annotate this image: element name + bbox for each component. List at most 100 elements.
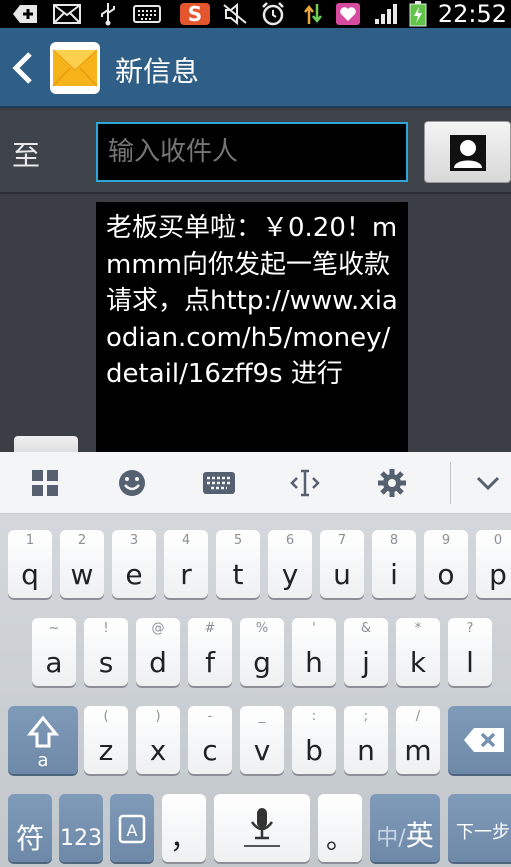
keyboard-icon	[132, 3, 162, 25]
keyboard: 1q2w3e4r5t6y7u8i9o0p ~ a! s @ d # f% g ' h & j * k? l …	[0, 514, 511, 867]
lang-cn-label: 中/	[376, 826, 406, 851]
alarm-icon	[258, 2, 288, 26]
key-r[interactable]: 4r	[164, 530, 208, 598]
key-label: s	[98, 646, 114, 679]
recipient-input[interactable]	[96, 122, 408, 182]
grid-button[interactable]	[23, 462, 67, 504]
cursor-icon	[290, 469, 320, 497]
key-v[interactable]: _ v	[240, 706, 284, 774]
sms-compose-screen: S 22:52 新信息 至 输入收件人 老板买单啦：￥0.20！mmmm向你发起…	[0, 0, 511, 867]
collapse-keyboard-button[interactable]	[466, 462, 510, 504]
backspace-key[interactable]	[448, 706, 511, 774]
key-label: t	[232, 558, 244, 591]
key-u[interactable]: 7u	[320, 530, 364, 598]
key-m[interactable]: / m	[396, 706, 440, 774]
data-arrows-icon	[300, 3, 326, 25]
svg-text:A: A	[127, 821, 138, 840]
key-z[interactable]: (z	[84, 706, 128, 774]
keyboard-switch-button[interactable]	[197, 462, 241, 504]
key-j[interactable]: & j	[344, 618, 388, 686]
language-toggle-label: 中/英	[370, 821, 440, 854]
key-label: r	[180, 558, 192, 591]
svg-text:a: a	[37, 750, 48, 771]
key-label: b	[305, 734, 323, 767]
key-b[interactable]: :b	[292, 706, 336, 774]
key-y[interactable]: 6y	[268, 530, 312, 598]
key-label: j	[362, 646, 370, 679]
contact-picker-button[interactable]	[424, 121, 511, 183]
key-label: n	[357, 734, 375, 767]
page-title: 新信息	[115, 55, 200, 88]
emoji-icon	[119, 470, 145, 496]
symbols-key[interactable]: 符	[8, 794, 52, 862]
usb-icon	[96, 3, 120, 26]
shift-icon: a	[26, 715, 60, 771]
key-q[interactable]: 1q	[8, 530, 52, 598]
action-bar: 新信息	[0, 28, 511, 108]
key-hint: !	[103, 621, 109, 636]
key-hint: ;	[363, 709, 369, 724]
key-s[interactable]: ! s	[84, 618, 128, 686]
key-d[interactable]: @ d	[136, 618, 180, 686]
toolbar-divider	[450, 462, 451, 504]
period-key[interactable]: 。	[318, 794, 362, 862]
messages-app-icon	[50, 42, 100, 94]
key-l[interactable]: ? l	[448, 618, 492, 686]
key-hint: %	[255, 621, 269, 636]
key-label: w	[70, 558, 94, 591]
numbers-key[interactable]: 123	[59, 794, 103, 862]
key-w[interactable]: 2w	[60, 530, 104, 598]
language-toggle-key[interactable]: 中/英	[370, 794, 440, 862]
key-a[interactable]: ~ a	[32, 618, 76, 686]
key-hint: 5	[233, 533, 243, 548]
key-t[interactable]: 5t	[216, 530, 260, 598]
key-hint: #	[204, 621, 216, 636]
key-h[interactable]: ' h	[292, 618, 336, 686]
key-label: a	[45, 646, 63, 679]
emoji-button[interactable]	[110, 462, 154, 504]
key-c[interactable]: -c	[188, 706, 232, 774]
app-s-label: S	[187, 2, 203, 26]
key-k[interactable]: * k	[396, 618, 440, 686]
key-n[interactable]: ; n	[344, 706, 388, 774]
to-label: 至	[12, 139, 41, 172]
keyboard-icon	[203, 472, 235, 494]
key-label: p	[489, 558, 507, 591]
key-f[interactable]: # f	[188, 618, 232, 686]
key-e[interactable]: 3e	[112, 530, 156, 598]
comma-key[interactable]: ，	[162, 794, 206, 862]
key-hint: -	[207, 709, 213, 724]
message-area: 老板买单啦：￥0.20！mmmm向你发起一笔收款请求，点http://www.x…	[0, 196, 511, 452]
key-label: d	[149, 646, 167, 679]
attach-button[interactable]	[14, 436, 78, 452]
back-button[interactable]	[10, 50, 36, 86]
key-o[interactable]: 9o	[424, 530, 468, 598]
key-hint: ~	[48, 621, 60, 636]
key-label: g	[253, 646, 271, 679]
settings-button[interactable]	[370, 462, 414, 504]
key-hint: 0	[493, 533, 503, 548]
message-input[interactable]: 老板买单啦：￥0.20！mmmm向你发起一笔收款请求，点http://www.x…	[96, 202, 408, 452]
shift-key[interactable]: a	[8, 706, 78, 774]
key-g[interactable]: % g	[240, 618, 284, 686]
key-hint: 8	[389, 533, 399, 548]
key-hint: &	[360, 621, 372, 636]
key-p[interactable]: 0p	[476, 530, 511, 598]
space-key[interactable]	[214, 794, 310, 862]
key-label: i	[390, 558, 398, 591]
key-label: c	[202, 734, 218, 767]
signal-icon	[372, 3, 400, 25]
next-key[interactable]: 下一步	[448, 794, 511, 862]
status-time: 22:52	[437, 0, 507, 28]
key-hint: '	[312, 621, 316, 636]
key-label: k	[409, 646, 427, 679]
lang-en-label: 英	[405, 819, 434, 852]
key-i[interactable]: 8i	[372, 530, 416, 598]
envelope-icon	[52, 49, 98, 87]
key-hint: _	[258, 709, 266, 724]
heart-app-icon	[336, 3, 360, 25]
cursor-button[interactable]	[283, 462, 327, 504]
key-x[interactable]: ) x	[136, 706, 180, 774]
input-method-key[interactable]: A	[110, 794, 154, 862]
input-method-icon: A	[118, 814, 146, 844]
